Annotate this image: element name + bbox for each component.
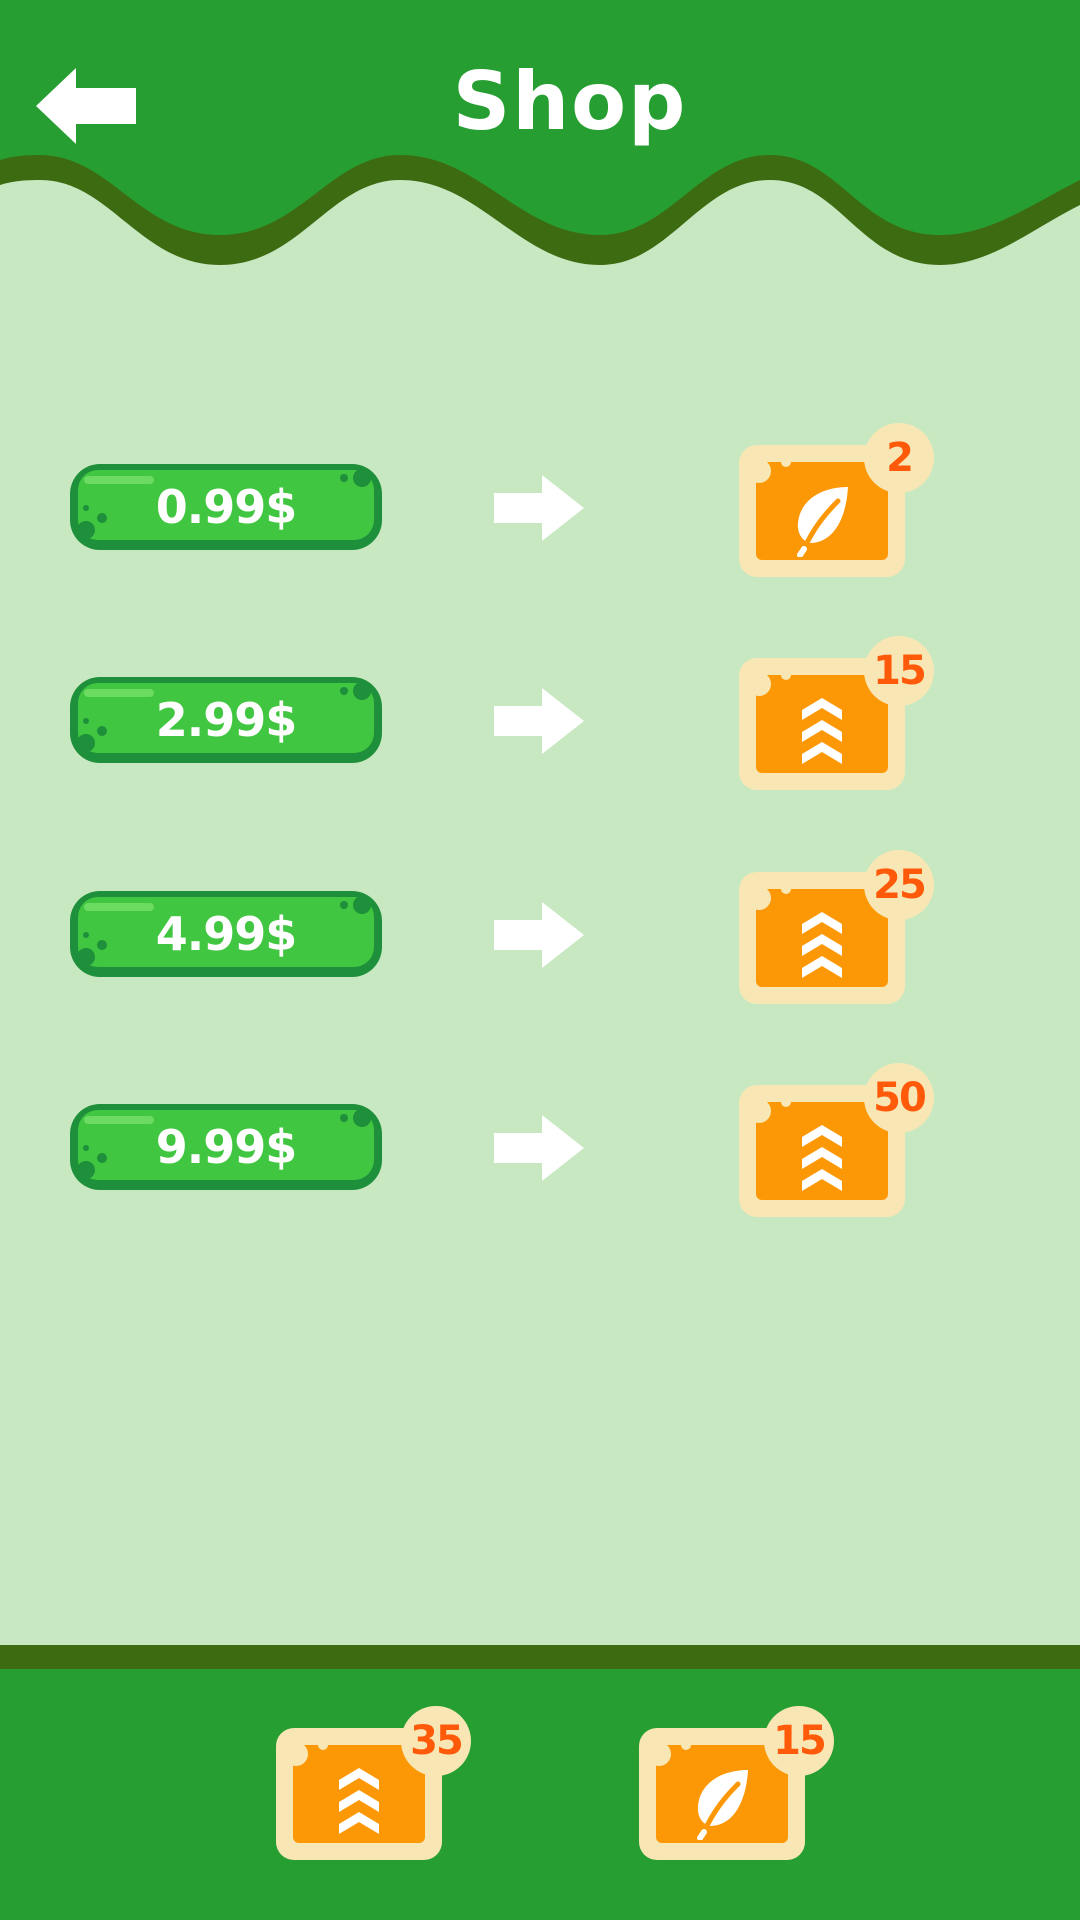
rank-chevrons-icon xyxy=(782,904,862,984)
inventory-leaf-tile: 15 xyxy=(639,1706,834,1860)
right-arrow-icon xyxy=(494,902,584,968)
back-button[interactable] xyxy=(36,68,140,144)
reward-amount-badge: 2 xyxy=(864,423,934,493)
right-arrow-icon xyxy=(494,1115,584,1181)
reward-amount-badge: 25 xyxy=(864,850,934,920)
back-arrow-icon xyxy=(36,68,136,144)
inventory-rank-tile: 35 xyxy=(276,1706,471,1860)
offer-row: 9.99$ 50 xyxy=(0,1063,1080,1217)
price-label: 0.99$ xyxy=(155,480,298,534)
leaf-icon xyxy=(782,477,862,557)
inventory-count-badge: 15 xyxy=(764,1706,834,1776)
reward-tile: 15 xyxy=(739,636,934,790)
header: Shop xyxy=(0,0,1080,290)
reward-amount-badge: 15 xyxy=(864,636,934,706)
right-arrow-icon xyxy=(494,688,584,754)
right-arrow-icon xyxy=(494,475,584,541)
page-title: Shop xyxy=(452,55,688,148)
rank-chevrons-icon xyxy=(782,690,862,770)
shop-screen: Shop 0.99$ 2 2.99$ 15 4.99$ 25 9.99$ 50 … xyxy=(0,0,1080,1920)
price-button[interactable]: 9.99$ xyxy=(66,1100,386,1194)
price-button[interactable]: 0.99$ xyxy=(66,460,386,554)
rank-chevrons-icon xyxy=(319,1760,399,1840)
inventory-bar: 35 15 xyxy=(0,1645,1080,1920)
reward-tile: 25 xyxy=(739,850,934,1004)
reward-tile: 2 xyxy=(739,423,934,577)
offer-row: 0.99$ 2 xyxy=(0,423,1080,577)
price-label: 2.99$ xyxy=(155,693,298,747)
price-label: 4.99$ xyxy=(155,907,298,961)
reward-amount-badge: 50 xyxy=(864,1063,934,1133)
price-button[interactable]: 4.99$ xyxy=(66,887,386,981)
offer-row: 2.99$ 15 xyxy=(0,636,1080,790)
rank-chevrons-icon xyxy=(782,1117,862,1197)
price-label: 9.99$ xyxy=(155,1120,298,1174)
reward-tile: 50 xyxy=(739,1063,934,1217)
inventory-count-badge: 35 xyxy=(401,1706,471,1776)
leaf-icon xyxy=(682,1760,762,1840)
offer-row: 4.99$ 25 xyxy=(0,850,1080,1004)
price-button[interactable]: 2.99$ xyxy=(66,673,386,767)
